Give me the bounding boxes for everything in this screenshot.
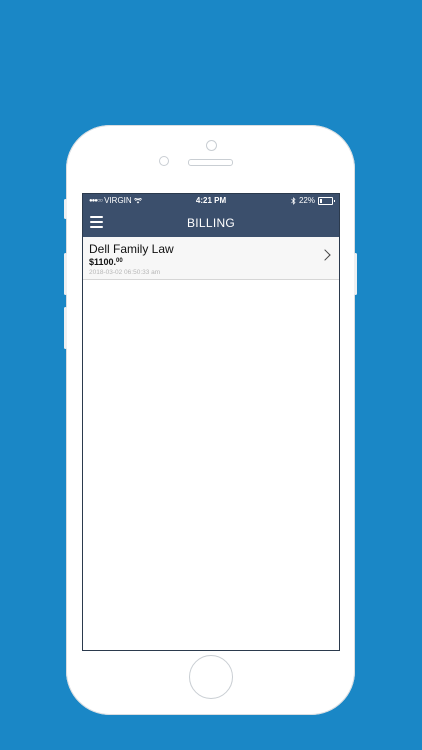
volume-up-button [64, 253, 67, 295]
page-title: BILLING [186, 216, 236, 230]
client-name: Dell Family Law [89, 242, 174, 256]
billing-amount: $1100.00 [89, 257, 123, 267]
amount-main: $1100. [89, 257, 117, 267]
nav-bar: BILLING [83, 208, 339, 237]
home-button[interactable] [189, 655, 233, 699]
earpiece-speaker [188, 159, 233, 166]
power-button [354, 253, 357, 295]
battery-fill [320, 198, 322, 203]
status-bar: ●●●○○ VIRGIN 4:21 PM 22% [83, 194, 339, 208]
phone-frame: ●●●○○ VIRGIN 4:21 PM 22% BILLING Dell Fa… [64, 125, 357, 715]
front-camera [206, 140, 217, 151]
battery-percent: 22% [298, 196, 315, 205]
app-screen: ●●●○○ VIRGIN 4:21 PM 22% BILLING Dell Fa… [82, 193, 340, 651]
billing-date: 2018-03-02 06:50:33 am [89, 269, 161, 276]
battery-icon [318, 196, 335, 205]
volume-down-button [64, 307, 67, 349]
mute-switch [64, 199, 67, 219]
amount-cents: 00 [116, 258, 123, 264]
chevron-right-icon [319, 249, 331, 261]
bluetooth-icon [291, 196, 296, 205]
billing-list-item[interactable]: Dell Family Law $1100.00 2018-03-02 06:5… [83, 237, 339, 280]
status-right: 22% [291, 196, 335, 205]
proximity-sensor [159, 156, 169, 166]
